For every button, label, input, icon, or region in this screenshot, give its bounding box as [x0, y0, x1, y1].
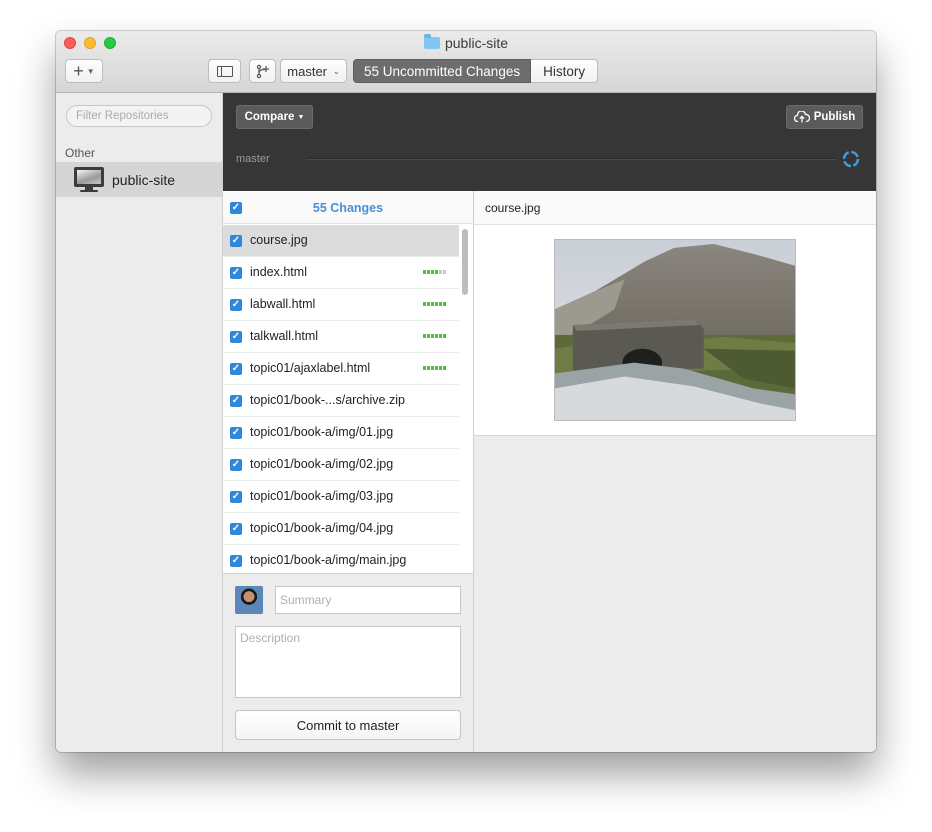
compare-button[interactable]: Compare ▼ [236, 105, 313, 129]
scrollbar-thumb[interactable] [462, 229, 468, 295]
file-name: index.html [250, 265, 307, 279]
file-row[interactable]: ✓ topic01/book-a/img/02.jpg [223, 449, 459, 481]
folder-icon [423, 34, 440, 49]
window-title: public-site [56, 34, 876, 51]
file-name: course.jpg [250, 233, 308, 247]
new-branch-button[interactable] [249, 59, 276, 83]
diff-stat [423, 334, 446, 338]
filter-repositories-input[interactable]: Filter Repositories [66, 105, 212, 127]
repository-sidebar: Filter Repositories Other public-site [56, 93, 223, 752]
diff-stat [423, 302, 446, 306]
sidebar-section-label: Other [65, 146, 96, 160]
file-checkbox[interactable]: ✓ [230, 523, 242, 535]
window-title-text: public-site [444, 35, 509, 51]
chevron-down-icon: ▼ [86, 66, 95, 76]
file-name: topic01/book-...s/archive.zip [250, 393, 405, 407]
titlebar: public-site + ▼ master ⌄ 55 Uncommitted [56, 31, 876, 93]
file-name: labwall.html [250, 297, 316, 311]
file-checkbox[interactable]: ✓ [230, 491, 242, 503]
caret-down-icon: ▼ [297, 113, 305, 121]
branch-selector-label: master [287, 63, 328, 79]
changed-files-list: ✓ course.jpg ✓ index.html ✓ labwall.html… [223, 225, 459, 573]
branch-name-label: master [236, 153, 270, 165]
file-row[interactable]: ✓ labwall.html [223, 289, 459, 321]
file-row[interactable]: ✓ topic01/book-a/img/01.jpg [223, 417, 459, 449]
file-name: topic01/book-a/img/02.jpg [250, 457, 394, 471]
chevron-down-icon: ⌄ [333, 66, 340, 76]
cloud-upload-icon [793, 111, 810, 123]
preview-image [554, 239, 796, 421]
file-name: topic01/book-a/img/03.jpg [250, 489, 394, 503]
file-row[interactable]: ✓ topic01/book-a/img/main.jpg [223, 545, 459, 573]
plus-icon: + [73, 61, 84, 81]
file-checkbox[interactable]: ✓ [230, 331, 242, 343]
sidebar-item-public-site[interactable]: public-site [56, 162, 222, 197]
publish-button[interactable]: Publish [786, 105, 863, 129]
file-list-scrollbar[interactable] [461, 227, 469, 573]
diff-preview-pane: course.jpg [474, 191, 876, 752]
file-checkbox[interactable]: ✓ [230, 363, 242, 375]
sidebar-item-label: public-site [112, 172, 176, 188]
file-checkbox[interactable]: ✓ [230, 299, 242, 311]
file-name: talkwall.html [250, 329, 319, 343]
summary-input[interactable]: Summary [275, 586, 461, 614]
add-repository-button[interactable]: + ▼ [65, 59, 103, 83]
commit-button[interactable]: Commit to master [235, 710, 461, 740]
branch-icon [256, 64, 269, 78]
file-row[interactable]: ✓ index.html [223, 257, 459, 289]
monitor-icon [74, 167, 104, 187]
file-checkbox[interactable]: ✓ [230, 267, 242, 279]
file-row[interactable]: ✓ talkwall.html [223, 321, 459, 353]
file-row[interactable]: ✓ topic01/book-a/img/04.jpg [223, 513, 459, 545]
file-checkbox[interactable]: ✓ [230, 427, 242, 439]
preview-filename: course.jpg [474, 191, 876, 225]
tab-uncommitted-changes[interactable]: 55 Uncommitted Changes [353, 59, 532, 83]
file-name: topic01/ajaxlabel.html [250, 361, 371, 375]
file-checkbox[interactable]: ✓ [230, 395, 242, 407]
file-row[interactable]: ✓ course.jpg [223, 225, 459, 257]
file-checkbox[interactable]: ✓ [230, 235, 242, 247]
file-row[interactable]: ✓ topic01/book-a/img/03.jpg [223, 481, 459, 513]
file-checkbox[interactable]: ✓ [230, 555, 242, 567]
changes-pane: ✓ 55 Changes ✓ course.jpg ✓ index.html ✓… [223, 191, 474, 752]
file-row[interactable]: ✓ topic01/book-...s/archive.zip [223, 385, 459, 417]
file-name: topic01/book-a/img/main.jpg [250, 553, 407, 567]
diff-stat [423, 270, 446, 274]
toggle-sidebar-button[interactable] [208, 59, 241, 83]
changes-header: ✓ 55 Changes [223, 191, 473, 224]
file-name: topic01/book-a/img/01.jpg [250, 425, 394, 439]
sync-spinner-icon [842, 150, 860, 168]
view-switcher: 55 Uncommitted Changes History [353, 59, 599, 83]
diff-stat [423, 366, 446, 370]
image-preview [474, 225, 876, 436]
branch-selector[interactable]: master ⌄ [280, 59, 347, 83]
file-checkbox[interactable]: ✓ [230, 459, 242, 471]
commit-timeline [306, 158, 836, 159]
sidebar-icon [216, 65, 233, 77]
file-row[interactable]: ✓ topic01/ajaxlabel.html [223, 353, 459, 385]
tab-history[interactable]: History [531, 59, 599, 83]
avatar [235, 586, 263, 614]
file-name: topic01/book-a/img/04.jpg [250, 521, 394, 535]
description-input[interactable]: Description [235, 626, 461, 698]
app-window: public-site + ▼ master ⌄ 55 Uncommitted [56, 31, 876, 752]
branch-header: Compare ▼ Publish master [223, 93, 876, 191]
changes-count: 55 Changes [312, 201, 384, 215]
commit-panel: Summary Description Commit to master [223, 573, 473, 752]
